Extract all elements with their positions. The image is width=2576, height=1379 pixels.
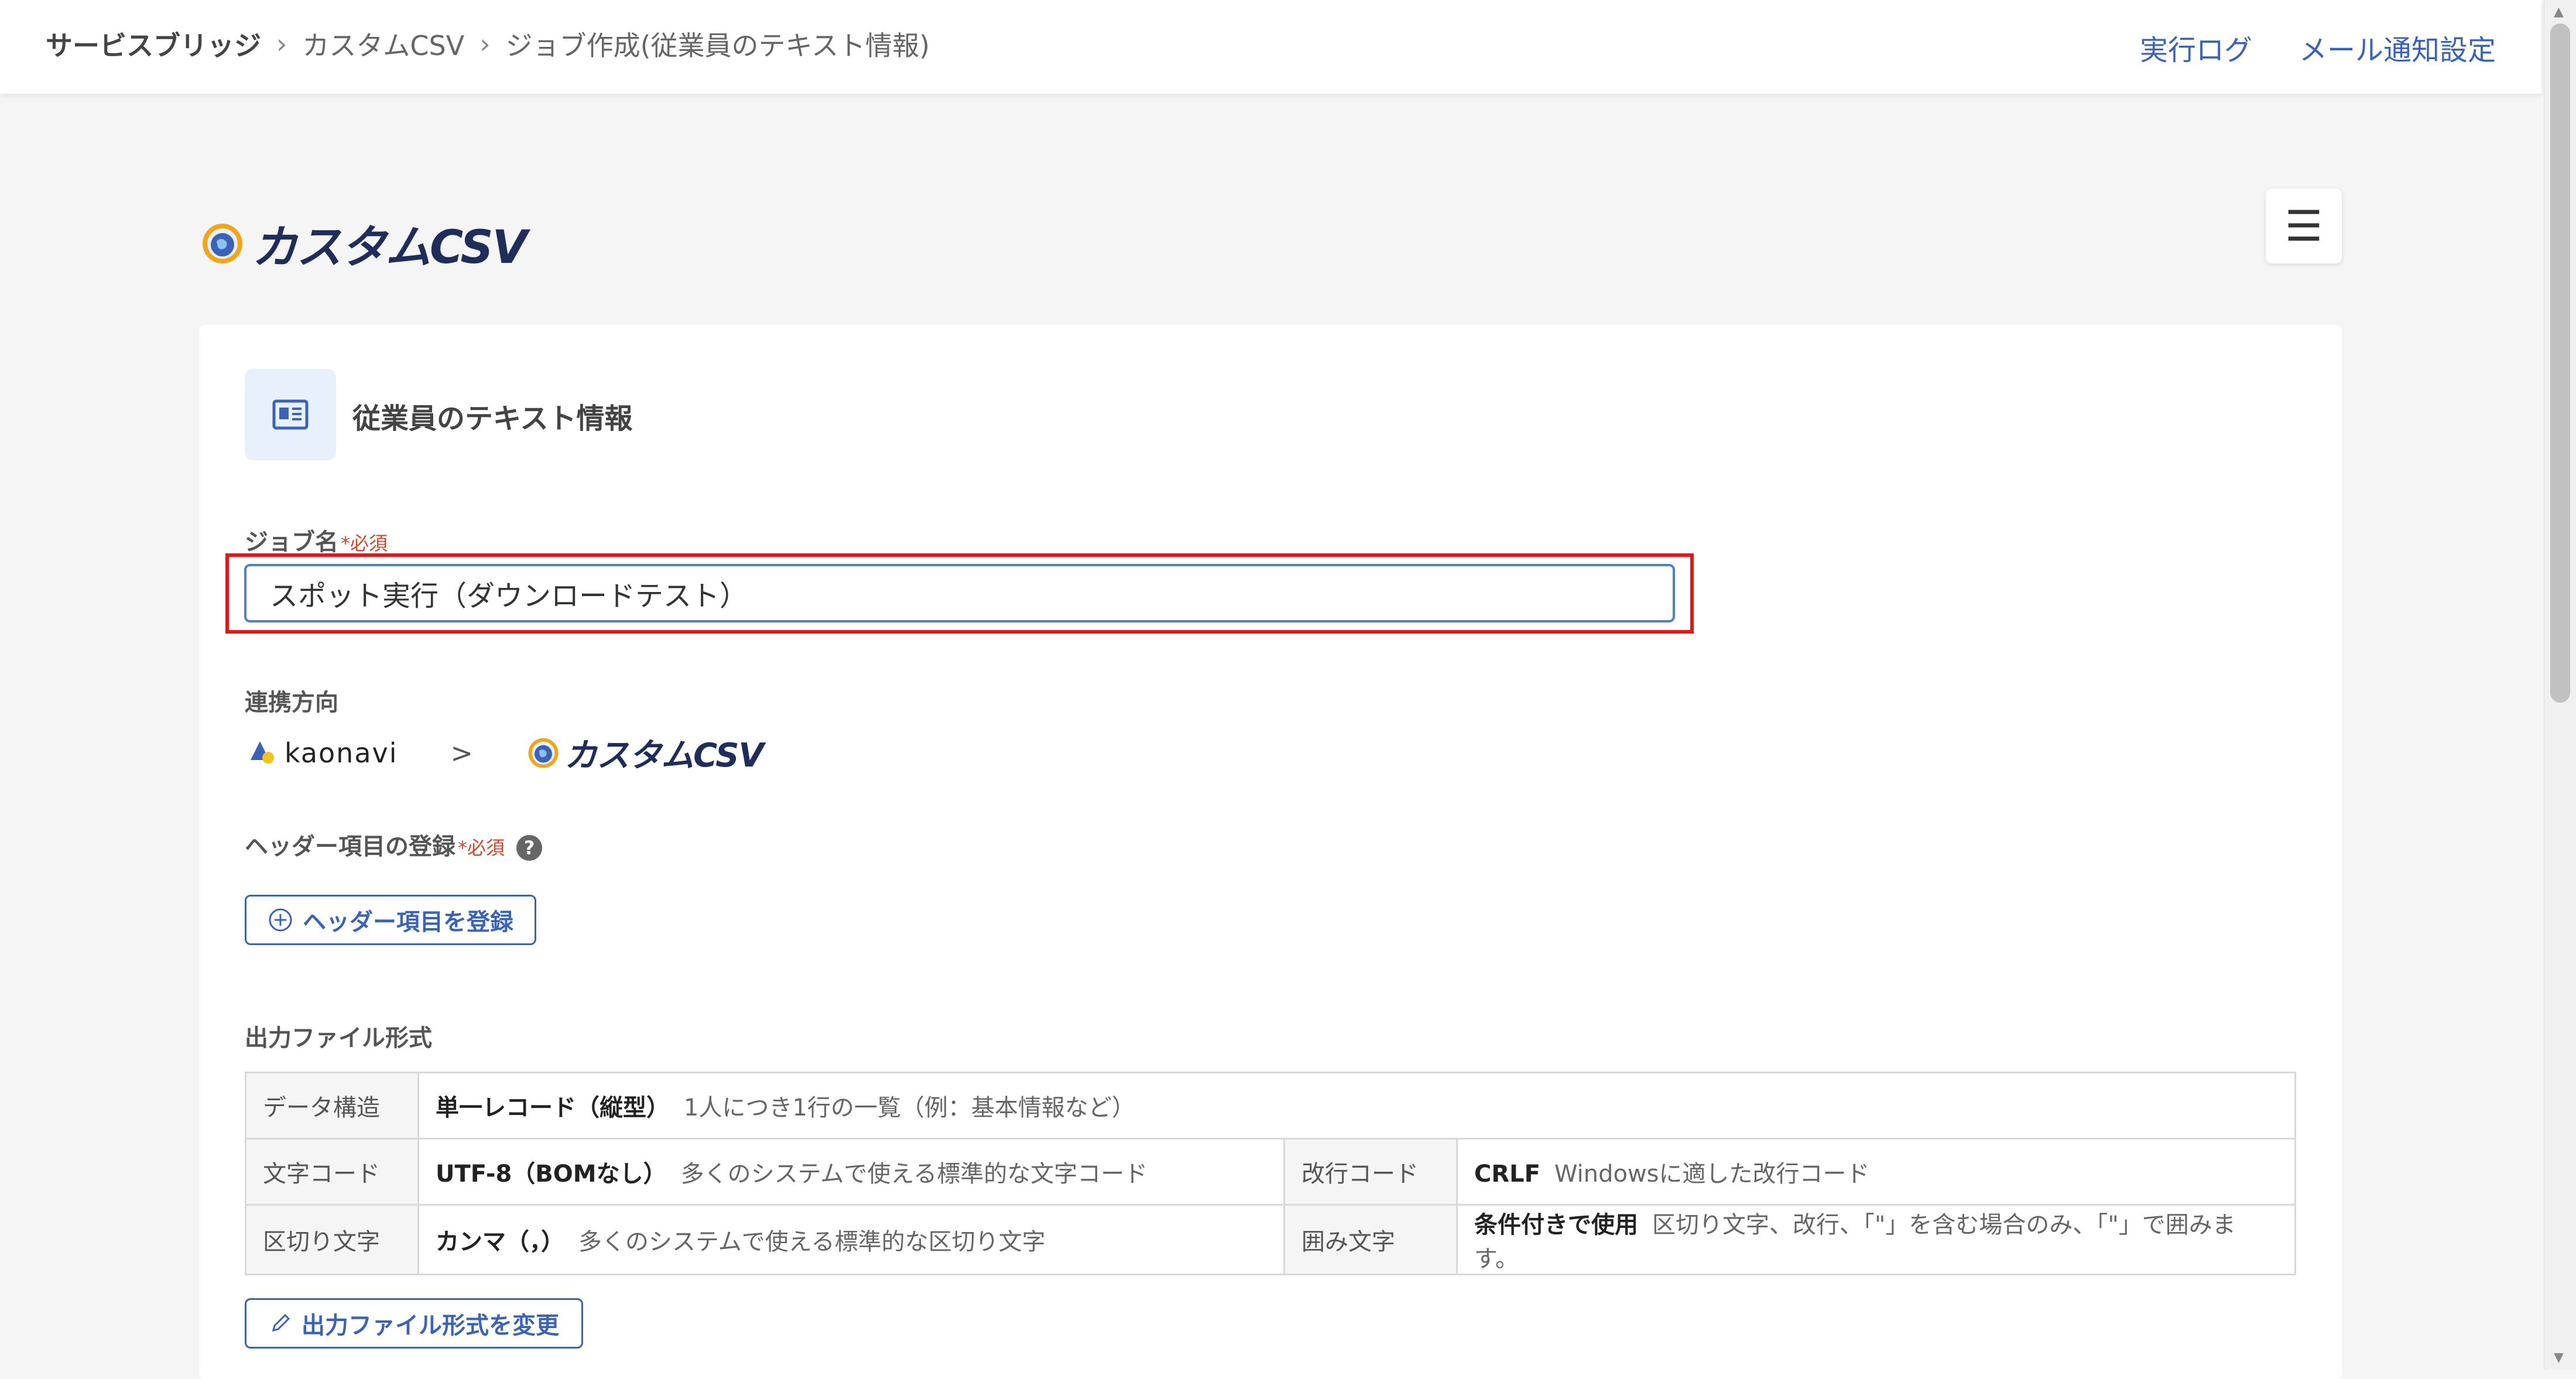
plus-circle-icon	[269, 908, 292, 932]
output-format-label: 出力ファイル形式	[245, 1025, 432, 1052]
job-name-label: ジョブ名 *必須	[245, 523, 388, 557]
top-bar: サービスブリッジ › カスタムCSV › ジョブ作成(従業員のテキスト情報) 実…	[0, 0, 2541, 94]
data-structure-strong: 単一レコード（縦型）	[436, 1094, 670, 1121]
delimiter-value: カンマ（，） 多くのシステムで使える標準的な区切り文字	[417, 1204, 1285, 1275]
required-mark: *必須	[341, 532, 388, 555]
custom-csv-small-logo: カスタムCSV	[526, 729, 764, 776]
job-heading: 従業員のテキスト情報	[352, 402, 633, 435]
exec-log-link[interactable]: 実行ログ	[2140, 27, 2252, 68]
job-name-input[interactable]: スポット実行（ダウンロードテスト）	[244, 564, 1675, 622]
change-output-format-label: 出力ファイル形式を変更	[302, 1312, 559, 1339]
header-links: 実行ログ メール通知設定	[2140, 27, 2496, 68]
custom-csv-small-text: カスタムCSV	[564, 737, 764, 775]
kaonavi-logo: kaonavi	[245, 737, 398, 769]
delimiter-strong: カンマ（，）	[436, 1229, 564, 1255]
page-scrollbar[interactable]: ▲ ▼	[2544, 0, 2576, 1370]
mail-settings-link[interactable]: メール通知設定	[2299, 27, 2496, 68]
data-structure-key: データ構造	[245, 1072, 419, 1140]
delimiter-desc: 多くのシステムで使える標準的な区切り文字	[578, 1229, 1046, 1255]
scroll-thumb[interactable]	[2550, 23, 2570, 703]
table-row: 文字コード UTF-8（BOMなし） 多くのシステムで使える標準的な文字コード 改…	[245, 1138, 2296, 1206]
quote-key: 囲み文字	[1283, 1204, 1458, 1275]
data-structure-value: 単一レコード（縦型） 1人につき1行の一覧（例：基本情報など）	[417, 1072, 2296, 1140]
scroll-down-arrow-icon[interactable]: ▼	[2554, 1350, 2564, 1365]
header-items-label: ヘッダー項目の登録 *必須?	[245, 827, 543, 861]
pencil-icon	[272, 1313, 290, 1332]
char-code-value: UTF-8（BOMなし） 多くのシステムで使える標準的な文字コード	[417, 1138, 1285, 1206]
breadcrumb: サービスブリッジ › カスタムCSV › ジョブ作成(従業員のテキスト情報)	[46, 25, 930, 63]
breadcrumb-separator: ›	[479, 28, 491, 60]
register-header-button[interactable]: ヘッダー項目を登録	[245, 895, 536, 945]
newline-desc: Windowsに適した改行コード	[1554, 1161, 1870, 1188]
table-row: データ構造 単一レコード（縦型） 1人につき1行の一覧（例：基本情報など）	[245, 1072, 2296, 1140]
breadcrumb-item-job-create: ジョブ作成(従業員のテキスト情報)	[505, 30, 930, 61]
integration-direction: kaonavi > カスタムCSV	[245, 729, 764, 776]
hamburger-menu-button[interactable]: ☰	[2266, 189, 2342, 264]
quote-value: 条件付きで使用 区切り文字、改行、「"」を含む場合のみ、「"」で囲みます。	[1456, 1204, 2296, 1275]
scroll-up-arrow-icon[interactable]: ▲	[2554, 5, 2564, 19]
change-output-format-button[interactable]: 出力ファイル形式を変更	[245, 1298, 583, 1349]
delimiter-key: 区切り文字	[245, 1204, 419, 1275]
data-structure-desc: 1人につき1行の一覧（例：基本情報など）	[684, 1094, 1135, 1121]
logo-text: カスタムCSV	[252, 221, 527, 274]
job-card: 従業員のテキスト情報 ジョブ名 *必須 スポット実行（ダウンロードテスト） 連携方…	[199, 325, 2342, 1379]
table-row: 区切り文字 カンマ（，） 多くのシステムで使える標準的な区切り文字 囲み文字 条件…	[245, 1204, 2296, 1275]
job-name-value: スポット実行（ダウンロードテスト）	[270, 580, 748, 612]
char-code-key: 文字コード	[245, 1138, 419, 1206]
custom-csv-logo: カスタムCSV	[199, 211, 527, 276]
breadcrumb-root[interactable]: サービスブリッジ	[46, 25, 261, 63]
newline-value: CRLF Windowsに適した改行コード	[1456, 1138, 2296, 1206]
direction-label: 連携方向	[245, 689, 338, 716]
job-name-label-text: ジョブ名	[245, 529, 338, 556]
question-icon[interactable]: ?	[516, 835, 543, 861]
kaonavi-mark-icon	[251, 741, 274, 764]
job-icon-box	[245, 369, 336, 460]
direction-arrow-icon: >	[450, 737, 474, 769]
required-mark: *必須	[458, 837, 505, 859]
newline-strong: CRLF	[1474, 1161, 1540, 1188]
register-header-button-label: ヘッダー項目を登録	[303, 909, 513, 936]
newline-key: 改行コード	[1283, 1138, 1458, 1206]
char-code-strong: UTF-8（BOMなし）	[436, 1161, 667, 1188]
id-card-icon	[272, 399, 309, 430]
output-format-table: データ構造 単一レコード（縦型） 1人につき1行の一覧（例：基本情報など） 文字コ…	[245, 1072, 2296, 1275]
hamburger-menu-icon: ☰	[2284, 201, 2323, 251]
kaonavi-text: kaonavi	[285, 737, 398, 769]
char-code-desc: 多くのシステムで使える標準的な文字コード	[680, 1161, 1148, 1188]
header-items-label-text: ヘッダー項目の登録	[245, 833, 455, 860]
globe-logo-icon	[528, 738, 559, 768]
globe-logo-icon	[203, 224, 242, 264]
breadcrumb-item-custom-csv[interactable]: カスタムCSV	[302, 25, 464, 63]
breadcrumb-separator: ›	[276, 28, 287, 60]
quote-strong: 条件付きで使用	[1474, 1212, 1638, 1238]
